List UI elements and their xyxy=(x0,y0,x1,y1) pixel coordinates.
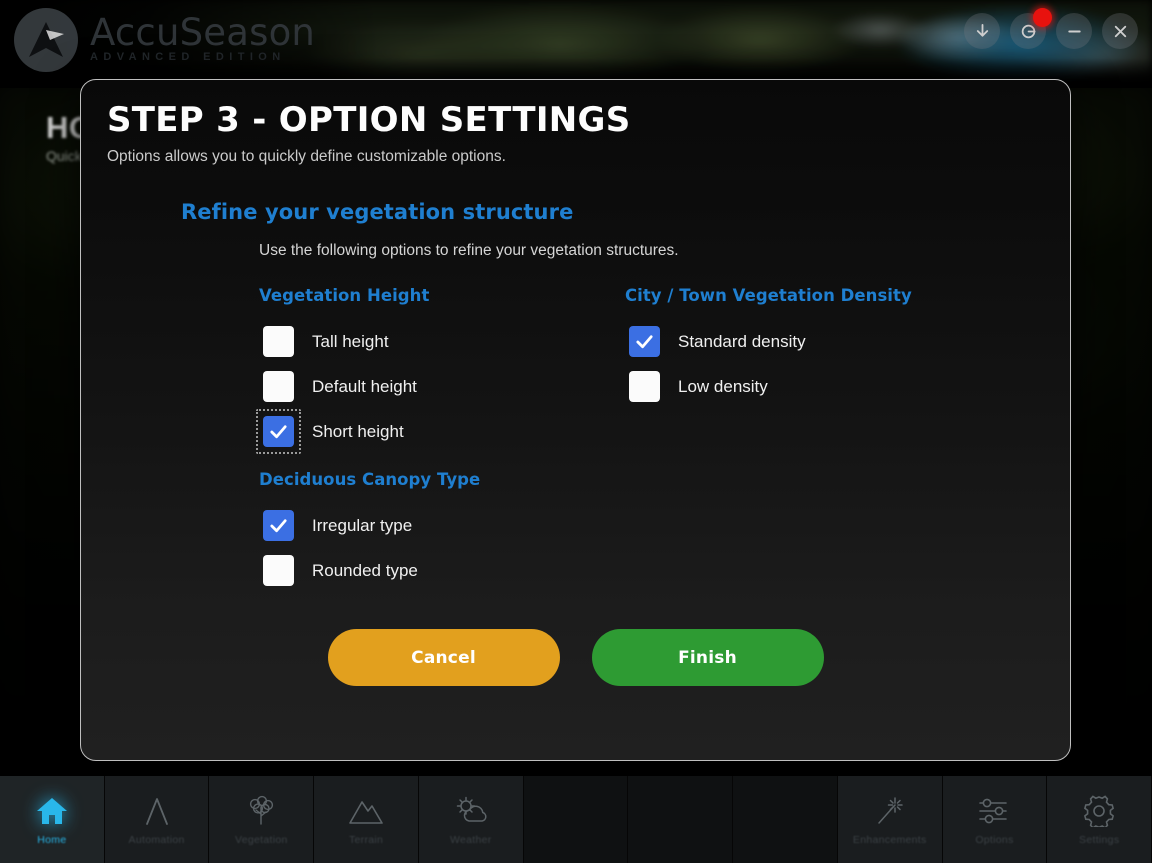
group-title-deciduous-canopy-type: Deciduous Canopy Type xyxy=(259,470,481,490)
check-icon xyxy=(270,519,287,533)
group-title-city-town-vegetation-density: City / Town Vegetation Density xyxy=(625,286,912,306)
tree-icon xyxy=(243,793,279,829)
taskbar-item-weather[interactable]: Weather xyxy=(418,776,523,863)
taskbar-label-vegetation: Vegetation xyxy=(235,834,288,846)
section-title: Refine your vegetation structure xyxy=(181,200,574,225)
taskbar-item-options[interactable]: Options xyxy=(942,776,1047,863)
taskbar-label-automation: Automation xyxy=(128,834,185,846)
checkbox-default-height[interactable] xyxy=(263,371,294,403)
section-description: Use the following options to refine your… xyxy=(259,242,679,260)
taskbar-item-settings[interactable]: Settings xyxy=(1047,776,1152,863)
checkbox-label-default-height: Default height xyxy=(312,376,417,396)
checkbox-row-default-height[interactable]: Default height xyxy=(259,364,589,409)
checkbox-row-low-density[interactable]: Low density xyxy=(625,364,1025,409)
checkbox-row-tall-height[interactable]: Tall height xyxy=(259,319,589,364)
window-controls xyxy=(964,8,1138,49)
gear-icon xyxy=(1081,793,1117,829)
cancel-button[interactable]: Cancel xyxy=(327,629,560,686)
minimize-icon xyxy=(1067,30,1081,32)
taskbar-label-settings: Settings xyxy=(1079,834,1120,846)
app-logo: AccuSeason ADVANCED EDITION xyxy=(14,8,315,72)
taskbar-label-weather: Weather xyxy=(450,834,492,846)
checkbox-standard-density[interactable] xyxy=(629,326,660,358)
dialog-actions: Cancel Finish xyxy=(81,629,1070,686)
check-icon xyxy=(636,335,653,349)
group-title-vegetation-height: Vegetation Height xyxy=(259,286,430,306)
checkbox-label-standard-density: Standard density xyxy=(678,331,806,351)
app-window: HOME Quick AccuSeason ADVANCED EDITION xyxy=(0,0,1152,863)
sliders-icon xyxy=(975,793,1013,829)
checkbox-row-irregular-type[interactable]: Irregular type xyxy=(259,503,589,548)
minimize-button[interactable] xyxy=(1056,13,1092,49)
app-logo-text: AccuSeason ADVANCED EDITION xyxy=(90,14,315,67)
taskbar-label-home: Home xyxy=(37,834,67,846)
app-logo-title: AccuSeason xyxy=(90,10,316,54)
right-column: City / Town Vegetation Density Standard … xyxy=(625,286,1025,409)
refresh-gear-icon xyxy=(1021,24,1036,38)
option-settings-dialog: STEP 3 - OPTION SETTINGS Options allows … xyxy=(80,79,1071,761)
checkbox-label-tall-height: Tall height xyxy=(312,331,389,351)
home-icon xyxy=(35,793,69,829)
notification-badge xyxy=(1033,8,1052,27)
checkbox-row-standard-density[interactable]: Standard density xyxy=(625,319,1025,364)
taskbar-item-empty-3 xyxy=(733,776,837,863)
checkbox-low-density[interactable] xyxy=(629,371,660,403)
mountain-icon xyxy=(347,793,385,829)
checkbox-row-short-height[interactable]: Short height xyxy=(256,409,589,455)
taskbar: Home Automation Vegetation Terrain Weath… xyxy=(0,776,1152,863)
finish-button[interactable]: Finish xyxy=(591,629,824,686)
taskbar-label-terrain: Terrain xyxy=(348,834,384,846)
background-page-subtitle: Quick xyxy=(46,148,82,164)
taskbar-item-automation[interactable]: Automation xyxy=(104,776,209,863)
checkbox-label-short-height: Short height xyxy=(312,421,404,441)
taskbar-label-options: Options xyxy=(975,834,1014,846)
magic-wand-icon xyxy=(872,793,908,829)
download-arrow-icon xyxy=(976,23,988,37)
checkbox-tall-height[interactable] xyxy=(263,326,294,358)
taskbar-item-empty-1 xyxy=(523,776,628,863)
taskbar-item-vegetation[interactable]: Vegetation xyxy=(209,776,314,863)
dialog-subtitle: Options allows you to quickly define cus… xyxy=(107,148,506,166)
automation-icon xyxy=(140,793,174,829)
checkbox-label-irregular-type: Irregular type xyxy=(312,515,413,535)
check-icon xyxy=(270,425,287,439)
checkbox-short-height[interactable] xyxy=(263,416,294,448)
app-logo-subtitle: ADVANCED EDITION xyxy=(90,50,286,63)
sun-cloud-icon xyxy=(452,793,490,829)
close-x-icon xyxy=(1114,25,1126,37)
taskbar-item-home[interactable]: Home xyxy=(0,776,104,863)
close-button[interactable] xyxy=(1102,13,1138,49)
download-button[interactable] xyxy=(964,13,1000,49)
accuseason-arrow-logo-icon xyxy=(14,8,78,72)
taskbar-item-terrain[interactable]: Terrain xyxy=(314,776,418,863)
dialog-title: STEP 3 - OPTION SETTINGS xyxy=(107,100,631,140)
checkbox-irregular-type[interactable] xyxy=(263,510,294,542)
checkbox-rounded-type[interactable] xyxy=(263,555,294,587)
checkbox-row-rounded-type[interactable]: Rounded type xyxy=(259,548,589,593)
taskbar-item-enhancements[interactable]: Enhancements xyxy=(837,776,942,863)
taskbar-item-empty-2 xyxy=(628,776,733,863)
update-button[interactable] xyxy=(1010,8,1052,49)
taskbar-label-enhancements: Enhancements xyxy=(852,834,927,846)
dialog-header: STEP 3 - OPTION SETTINGS Options allows … xyxy=(81,80,1070,166)
checkbox-label-low-density: Low density xyxy=(678,376,768,396)
left-column: Vegetation Height Tall height Default he… xyxy=(256,286,589,593)
checkbox-label-rounded-type: Rounded type xyxy=(312,560,418,580)
